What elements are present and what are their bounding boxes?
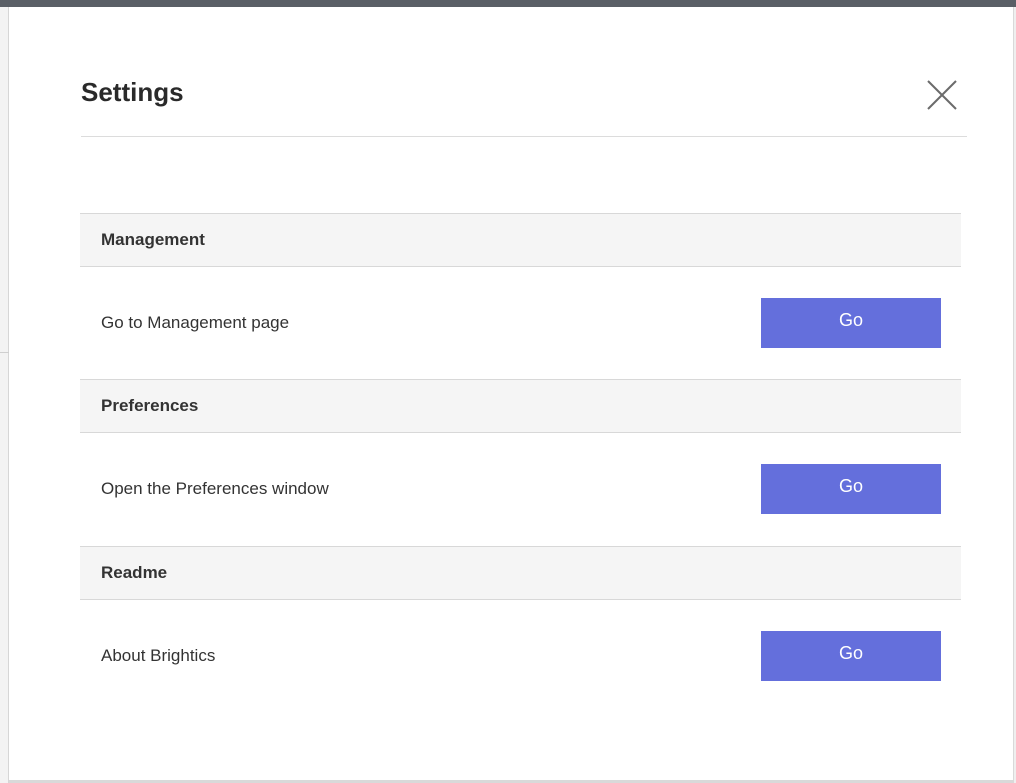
dialog-title: Settings — [81, 77, 184, 107]
settings-dialog: Settings Management Go to Management pag… — [0, 0, 1016, 783]
window-top-bar — [0, 0, 1016, 7]
left-border-tick — [0, 352, 9, 353]
section-row-label: Go to Management page — [101, 313, 290, 332]
section-row-readme: About Brightics Go — [80, 600, 961, 712]
go-preferences-button[interactable]: Go — [761, 464, 941, 514]
go-readme-button[interactable]: Go — [761, 631, 941, 681]
section-row-management: Go to Management page Go — [80, 267, 961, 379]
window-left-border — [0, 7, 9, 783]
close-icon — [927, 80, 957, 110]
header-divider — [81, 136, 967, 137]
section-header-label: Preferences — [101, 396, 199, 415]
section-header-management: Management — [80, 213, 961, 267]
section-header-preferences: Preferences — [80, 379, 961, 433]
section-header-label: Management — [101, 230, 205, 249]
close-button[interactable] — [924, 77, 960, 113]
section-row-label: Open the Preferences window — [101, 479, 329, 498]
section-row-label: About Brightics — [101, 646, 216, 665]
section-row-preferences: Open the Preferences window Go — [80, 433, 961, 545]
section-header-label: Readme — [101, 563, 168, 582]
section-header-readme: Readme — [80, 546, 961, 600]
go-management-button[interactable]: Go — [761, 298, 941, 348]
